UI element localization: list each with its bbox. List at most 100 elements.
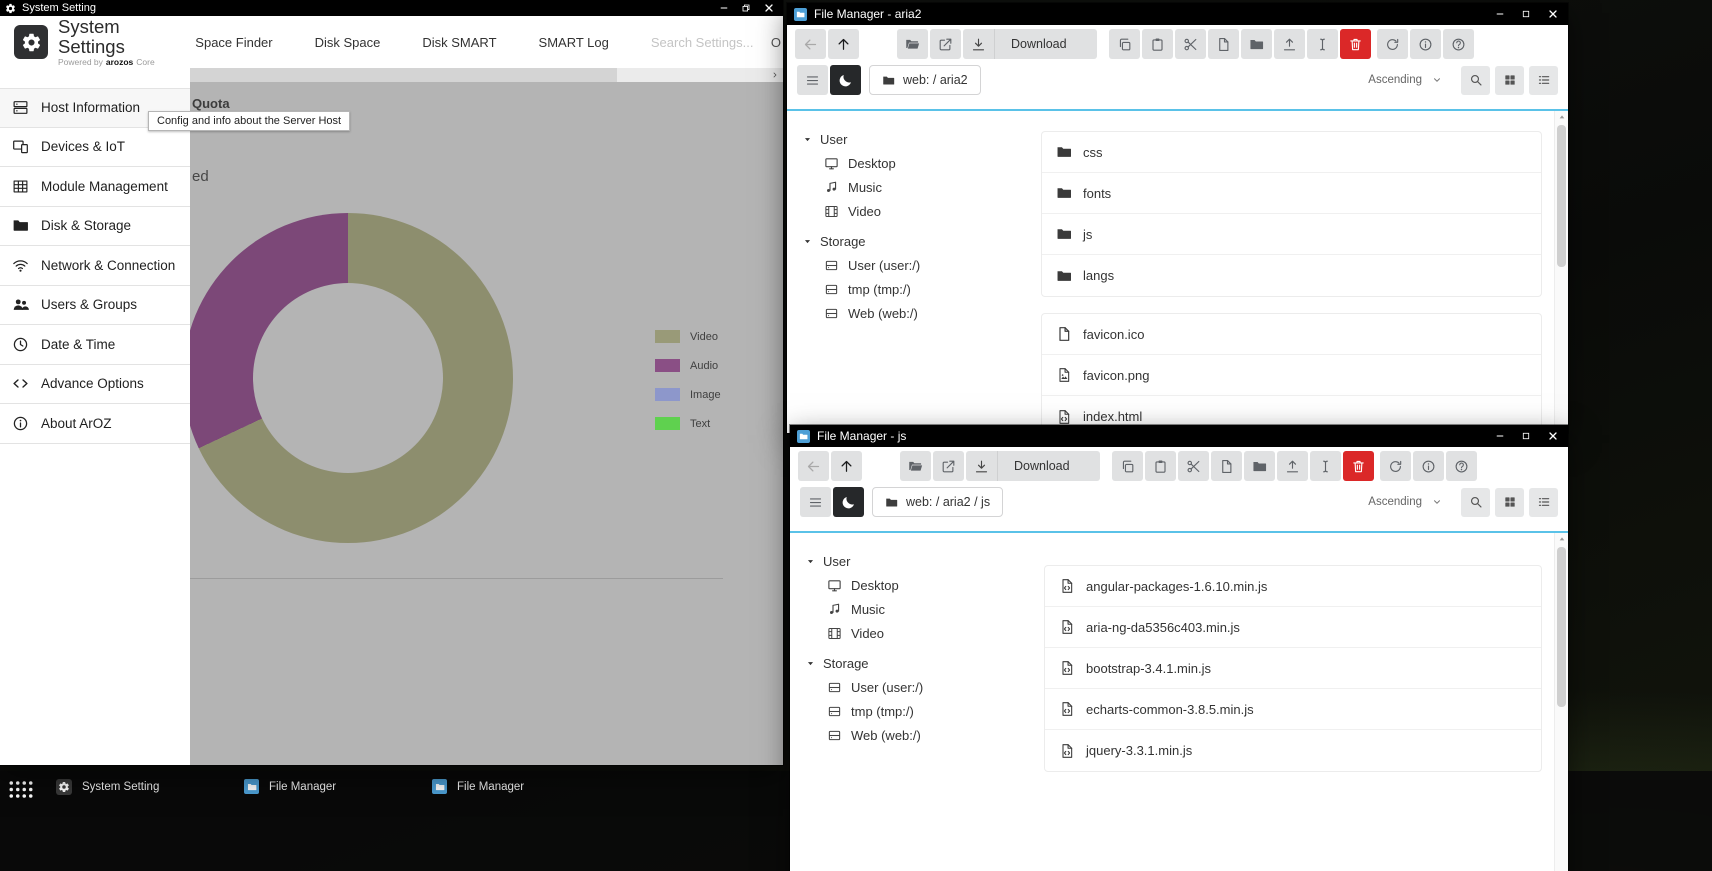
tree-section-user[interactable]: User: [803, 127, 1033, 151]
back-button[interactable]: [795, 29, 826, 59]
refresh-button[interactable]: [1377, 29, 1408, 59]
scrollbar-thumb[interactable]: [1557, 125, 1566, 267]
sidebar-item-date-time[interactable]: Date & Time: [0, 325, 190, 365]
tree-item-music[interactable]: Music: [803, 175, 1033, 199]
folder-row[interactable]: fonts: [1042, 173, 1541, 214]
tree-item-user-drive[interactable]: User (user:/): [806, 675, 1036, 699]
download-button[interactable]: Download: [966, 451, 1100, 481]
tree-item-video[interactable]: Video: [803, 199, 1033, 223]
file-row[interactable]: jquery-3.3.1.min.js: [1045, 730, 1541, 771]
tree-item-tmp-drive[interactable]: tmp (tmp:/): [806, 699, 1036, 723]
up-button[interactable]: [831, 451, 862, 481]
refresh-button[interactable]: [1380, 451, 1411, 481]
file-row[interactable]: aria-ng-da5356c403.min.js: [1045, 607, 1541, 648]
menu-button[interactable]: [800, 487, 831, 517]
open-in-new-window-button[interactable]: [930, 29, 961, 59]
scroll-up-button[interactable]: [1555, 533, 1568, 545]
tree-item-desktop[interactable]: Desktop: [803, 151, 1033, 175]
breadcrumb[interactable]: web: / aria2: [869, 65, 981, 95]
tab-smart-log[interactable]: SMART Log: [539, 35, 609, 50]
help-button[interactable]: [1446, 451, 1477, 481]
tree-section-storage[interactable]: Storage: [806, 651, 1036, 675]
help-button[interactable]: [1443, 29, 1474, 59]
sidebar-item-about-aroz[interactable]: About ArOZ: [0, 404, 190, 444]
tab-disk-space[interactable]: Disk Space: [315, 35, 381, 50]
close-button[interactable]: [763, 2, 775, 14]
horizontal-scrollbar[interactable]: [190, 68, 783, 82]
delete-button[interactable]: [1340, 29, 1371, 59]
taskbar-item-system-setting[interactable]: System Setting: [56, 777, 244, 795]
new-file-button[interactable]: [1208, 29, 1239, 59]
download-button[interactable]: Download: [963, 29, 1097, 59]
search-button[interactable]: [1461, 488, 1490, 517]
titlebar[interactable]: File Manager - js: [790, 425, 1568, 447]
tree-item-web-drive[interactable]: Web (web:/): [806, 723, 1036, 747]
tree-item-music[interactable]: Music: [806, 597, 1036, 621]
copy-button[interactable]: [1109, 29, 1140, 59]
close-button[interactable]: [1547, 8, 1559, 20]
upload-button[interactable]: [1277, 451, 1308, 481]
sidebar-item-users-groups[interactable]: Users & Groups: [0, 286, 190, 326]
folder-row[interactable]: js: [1042, 214, 1541, 255]
file-row[interactable]: angular-packages-1.6.10.min.js: [1045, 566, 1541, 607]
tree-item-user-drive[interactable]: User (user:/): [803, 253, 1033, 277]
folder-row[interactable]: langs: [1042, 255, 1541, 296]
tree-item-tmp-drive[interactable]: tmp (tmp:/): [803, 277, 1033, 301]
sort-dropdown[interactable]: Ascending: [1368, 74, 1442, 86]
new-folder-button[interactable]: [1241, 29, 1272, 59]
tree-item-web-drive[interactable]: Web (web:/): [803, 301, 1033, 325]
vertical-scrollbar[interactable]: [1554, 111, 1568, 433]
dark-mode-button[interactable]: [833, 487, 864, 517]
copy-button[interactable]: [1112, 451, 1143, 481]
minimize-button[interactable]: [1495, 431, 1505, 441]
taskbar-item-file-manager-2[interactable]: File Manager: [432, 777, 620, 794]
open-button[interactable]: [900, 451, 931, 481]
titlebar[interactable]: File Manager - aria2: [787, 3, 1568, 25]
app-launcher-button[interactable]: [8, 780, 34, 799]
delete-button[interactable]: [1343, 451, 1374, 481]
grid-view-button[interactable]: [1495, 488, 1524, 517]
folder-row[interactable]: css: [1042, 132, 1541, 173]
settings-search-input[interactable]: [649, 34, 771, 51]
tree-section-user[interactable]: User: [806, 549, 1036, 573]
tab-disk-smart[interactable]: Disk SMART: [422, 35, 496, 50]
rename-button[interactable]: [1307, 29, 1338, 59]
tree-item-video[interactable]: Video: [806, 621, 1036, 645]
maximize-button[interactable]: [1521, 431, 1531, 441]
open-in-new-window-button[interactable]: [933, 451, 964, 481]
sidebar-item-advance-options[interactable]: Advance Options: [0, 365, 190, 405]
cut-button[interactable]: [1175, 29, 1206, 59]
cut-button[interactable]: [1178, 451, 1209, 481]
scrollbar-thumb[interactable]: [1557, 547, 1566, 707]
new-file-button[interactable]: [1211, 451, 1242, 481]
rename-button[interactable]: [1310, 451, 1341, 481]
taskbar-item-file-manager-1[interactable]: File Manager: [244, 777, 432, 794]
sidebar-item-disk-storage[interactable]: Disk & Storage: [0, 207, 190, 247]
scroll-up-button[interactable]: [1555, 111, 1568, 123]
properties-button[interactable]: [1410, 29, 1441, 59]
vertical-scrollbar[interactable]: [1554, 533, 1568, 871]
tree-item-desktop[interactable]: Desktop: [806, 573, 1036, 597]
sidebar-item-devices-iot[interactable]: Devices & IoT: [0, 128, 190, 168]
up-button[interactable]: [828, 29, 859, 59]
sidebar-item-network-connection[interactable]: Network & Connection: [0, 246, 190, 286]
tab-space-finder[interactable]: Space Finder: [195, 35, 272, 50]
scroll-right-button[interactable]: [767, 68, 783, 82]
scrollbar-thumb[interactable]: [190, 68, 617, 82]
file-row[interactable]: favicon.png: [1042, 355, 1541, 396]
close-button[interactable]: [1547, 430, 1559, 442]
tree-section-storage[interactable]: Storage: [803, 229, 1033, 253]
maximize-button[interactable]: [1521, 9, 1531, 19]
file-row[interactable]: favicon.ico: [1042, 314, 1541, 355]
menu-button[interactable]: [797, 65, 828, 95]
open-button[interactable]: [897, 29, 928, 59]
search-button[interactable]: [1461, 66, 1490, 95]
dark-mode-button[interactable]: [830, 65, 861, 95]
paste-button[interactable]: [1142, 29, 1173, 59]
properties-button[interactable]: [1413, 451, 1444, 481]
titlebar[interactable]: System Setting: [0, 0, 783, 16]
sidebar-item-module-management[interactable]: Module Management: [0, 167, 190, 207]
list-view-button[interactable]: [1529, 66, 1558, 95]
paste-button[interactable]: [1145, 451, 1176, 481]
new-folder-button[interactable]: [1244, 451, 1275, 481]
